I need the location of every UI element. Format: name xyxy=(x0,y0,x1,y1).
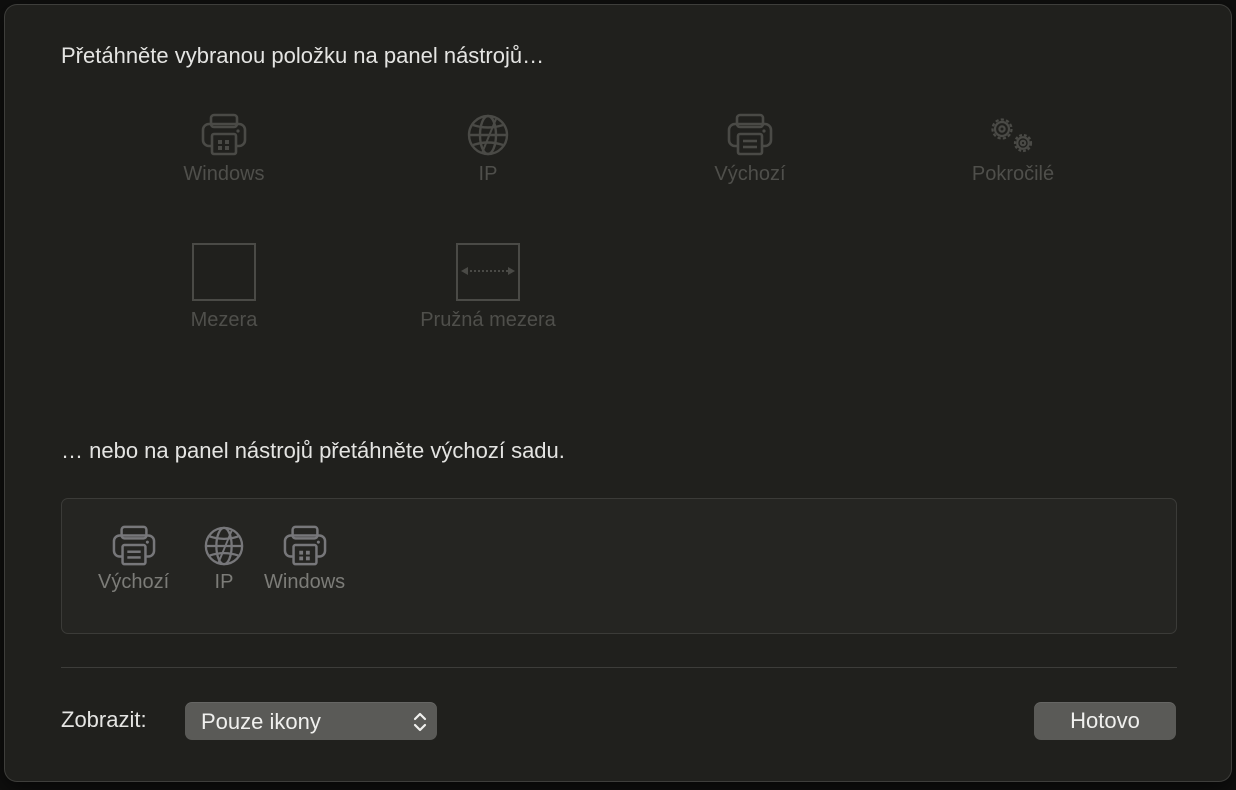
space-icon xyxy=(192,243,256,301)
printer-windows-icon xyxy=(200,103,248,157)
palette-item-label: Pružná mezera xyxy=(420,309,556,331)
default-set-item-label: Výchozí xyxy=(98,571,170,593)
default-set-item-ip: IP xyxy=(203,525,245,594)
palette-item-label: Mezera xyxy=(190,309,258,331)
palette-item-space[interactable]: Mezera xyxy=(124,243,324,332)
palette-item-label: Pokročilé xyxy=(971,163,1055,185)
palette-item-default[interactable]: Výchozí xyxy=(650,103,850,186)
palette-item-flexible-space[interactable]: Pružná mezera xyxy=(388,243,588,332)
printer-windows-icon xyxy=(283,525,326,566)
palette-item-advanced[interactable]: Pokročilé xyxy=(913,103,1113,186)
default-set-item-default: Výchozí xyxy=(98,525,169,594)
customize-toolbar-sheet: Přetáhněte vybranou položku na panel nás… xyxy=(5,5,1231,781)
default-set-item-windows: Windows xyxy=(264,525,345,594)
palette-item-label: Výchozí xyxy=(714,163,786,185)
globe-icon xyxy=(204,526,244,566)
chevron-up-down-icon xyxy=(413,711,427,738)
show-label: Zobrazit: xyxy=(61,707,147,732)
done-button[interactable]: Hotovo xyxy=(1034,702,1176,740)
globe-icon xyxy=(466,103,510,157)
divider xyxy=(61,667,1177,668)
printer-icon xyxy=(112,525,155,566)
palette-item-ip[interactable]: IP xyxy=(388,103,588,186)
printer-icon xyxy=(726,103,774,157)
palette-item-label: Windows xyxy=(183,163,265,185)
drag-item-heading: Přetáhněte vybranou položku na panel nás… xyxy=(61,43,545,68)
default-set-item-label: IP xyxy=(214,571,234,593)
default-set-box[interactable]: Výchozí IP Windows xyxy=(61,498,1177,634)
flexible-space-icon xyxy=(456,243,520,301)
gears-icon xyxy=(985,103,1041,157)
show-mode-value: Pouze ikony xyxy=(201,709,321,734)
show-mode-popup[interactable]: Pouze ikony xyxy=(185,702,437,740)
default-set-item-label: Windows xyxy=(264,571,346,593)
palette-item-label: IP xyxy=(478,163,498,185)
palette-item-windows[interactable]: Windows xyxy=(124,103,324,186)
drag-default-heading: … nebo na panel nástrojů přetáhněte vých… xyxy=(61,438,565,463)
